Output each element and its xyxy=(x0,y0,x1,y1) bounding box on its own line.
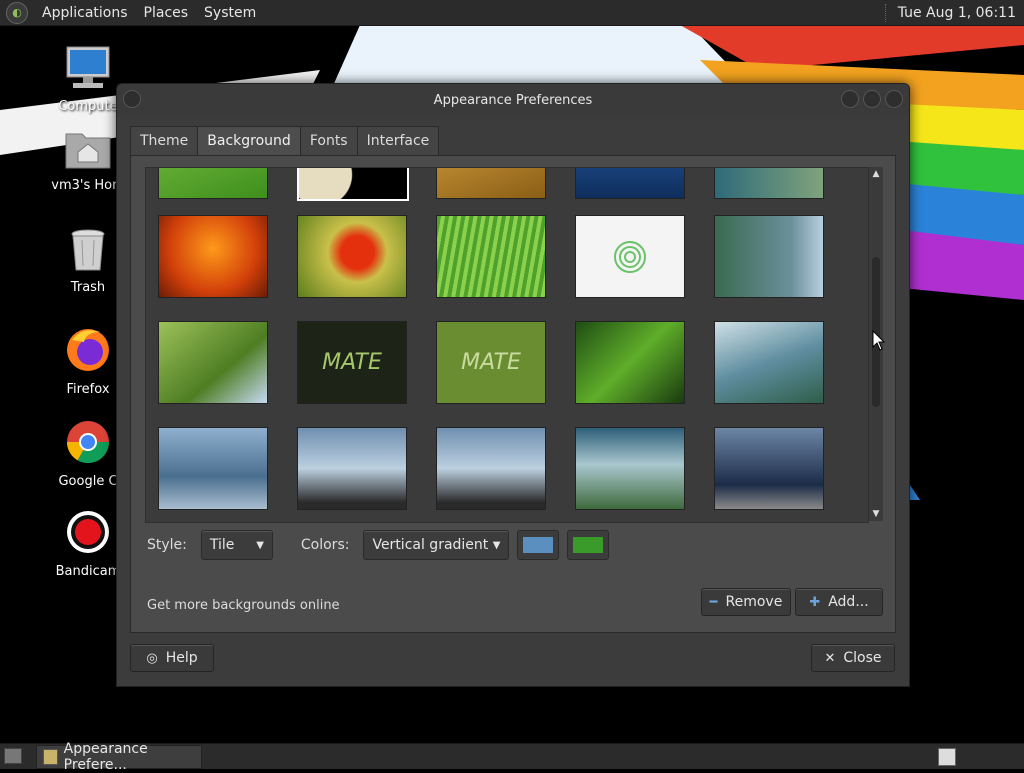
wallpaper-grid[interactable]: MATE MATE xyxy=(145,167,869,523)
wallpaper-thumbnail[interactable] xyxy=(158,215,268,298)
tab-interface[interactable]: Interface xyxy=(356,126,440,155)
tab-bar: Theme Background Fonts Interface xyxy=(130,126,896,156)
wallpaper-thumbnail-selected[interactable] xyxy=(297,168,409,201)
taskbar-window-label: Appearance Prefere... xyxy=(63,741,148,773)
secondary-color-button[interactable] xyxy=(567,530,610,560)
add-button[interactable]: ✚ Add... xyxy=(795,588,883,616)
close-window-button[interactable] xyxy=(885,90,903,108)
mate-logo-icon[interactable]: ◐ xyxy=(6,1,28,24)
background-controls: Style: Tile ▼ Colors: Vertical gradient … xyxy=(147,530,610,560)
taskbar-window-button[interactable]: Appearance Prefere... xyxy=(36,741,202,773)
colors-combo[interactable]: Vertical gradient ▼ xyxy=(363,530,510,560)
wallpaper-thumbnail[interactable]: MATE xyxy=(436,321,546,404)
menu-system[interactable]: System xyxy=(196,5,264,21)
panel-separator xyxy=(884,3,890,22)
help-button[interactable]: ◎ Help xyxy=(130,644,214,672)
home-folder-icon xyxy=(65,133,111,169)
tab-fonts[interactable]: Fonts xyxy=(299,126,358,155)
scroll-down-icon[interactable]: ▼ xyxy=(871,509,881,519)
style-combo[interactable]: Tile ▼ xyxy=(200,530,273,560)
trash-icon xyxy=(71,229,105,271)
dialog-title: Appearance Preferences xyxy=(433,92,593,108)
appearance-app-icon xyxy=(43,749,58,765)
wallpaper-thumbnail[interactable] xyxy=(714,168,824,199)
wallpaper-thumbnail[interactable] xyxy=(158,168,268,199)
wallpaper-thumbnail[interactable] xyxy=(575,427,685,510)
remove-button-label: Remove xyxy=(725,594,783,610)
close-icon: ✕ xyxy=(824,650,836,666)
workspace-switcher[interactable] xyxy=(938,748,956,766)
wallpaper-thumbnail[interactable] xyxy=(714,321,824,404)
chevron-down-icon: ▼ xyxy=(256,539,264,551)
primary-color-button[interactable] xyxy=(517,530,560,560)
dialog-titlebar[interactable]: Appearance Preferences xyxy=(117,84,909,116)
more-backgrounds-link[interactable]: Get more backgrounds online xyxy=(147,598,340,613)
mouse-cursor-icon xyxy=(872,330,886,351)
computer-icon xyxy=(66,46,110,88)
top-panel: ◐ Applications Places System Tue Aug 1, … xyxy=(0,0,1024,26)
wallpaper-thumbnail[interactable] xyxy=(575,321,685,404)
maximize-button[interactable] xyxy=(863,90,881,108)
bottom-taskbar: Appearance Prefere... xyxy=(0,741,1024,773)
firefox-icon xyxy=(67,329,109,371)
clock[interactable]: Tue Aug 1, 06:11 xyxy=(898,5,1024,21)
plus-icon: ✚ xyxy=(809,594,821,610)
appearance-preferences-dialog: Appearance Preferences Theme Background … xyxy=(116,83,910,687)
chrome-icon xyxy=(67,421,109,464)
colors-value: Vertical gradient xyxy=(372,537,489,553)
background-page: MATE MATE ▲ ▼ Style: Tile ▼ Colors: Vert… xyxy=(130,155,896,633)
wallpaper-thumbnail[interactable] xyxy=(297,215,407,298)
mate-wordmark: MATE xyxy=(322,350,382,375)
secondary-color-swatch xyxy=(573,537,604,553)
wallpaper-thumbnail[interactable] xyxy=(297,427,407,510)
menu-applications[interactable]: Applications xyxy=(34,5,136,21)
remove-button[interactable]: ━ Remove xyxy=(701,588,791,616)
minimize-button[interactable] xyxy=(841,90,859,108)
help-lifebuoy-icon: ◎ xyxy=(146,650,158,666)
preferences-notebook: Theme Background Fonts Interface MATE MA… xyxy=(130,126,896,633)
mate-wordmark: MATE xyxy=(461,350,521,375)
colors-label: Colors: xyxy=(300,537,350,553)
mate-logo-icon xyxy=(614,240,646,273)
wallpaper-thumbnail[interactable] xyxy=(575,168,685,199)
wallpaper-thumbnail[interactable]: MATE xyxy=(297,321,407,404)
tab-theme[interactable]: Theme xyxy=(130,126,199,155)
wallpaper-thumbnail[interactable] xyxy=(158,427,268,510)
primary-color-swatch xyxy=(523,537,554,553)
add-button-label: Add... xyxy=(828,594,869,610)
wallpaper-thumbnail[interactable] xyxy=(436,427,546,510)
close-button[interactable]: ✕ Close xyxy=(811,644,895,672)
help-button-label: Help xyxy=(165,650,198,666)
style-label: Style: xyxy=(147,537,187,553)
wallpaper-thumbnail[interactable] xyxy=(158,321,268,404)
wallpaper-thumbnail[interactable] xyxy=(436,168,546,199)
tab-background[interactable]: Background xyxy=(197,126,301,155)
bandicam-icon xyxy=(67,511,109,553)
minus-icon: ━ xyxy=(709,594,718,610)
scroll-up-icon[interactable]: ▲ xyxy=(871,169,881,179)
menu-places[interactable]: Places xyxy=(136,5,197,21)
wallpaper-thumbnail[interactable] xyxy=(575,215,685,298)
style-value: Tile xyxy=(209,537,235,553)
wallpaper-thumbnail[interactable] xyxy=(436,215,546,298)
wallpaper-thumbnail[interactable] xyxy=(714,215,824,298)
show-desktop-icon[interactable] xyxy=(4,748,22,764)
wallpaper-thumbnail[interactable] xyxy=(714,427,824,510)
chevron-down-icon: ▼ xyxy=(492,539,501,551)
close-button-label: Close xyxy=(843,650,882,666)
